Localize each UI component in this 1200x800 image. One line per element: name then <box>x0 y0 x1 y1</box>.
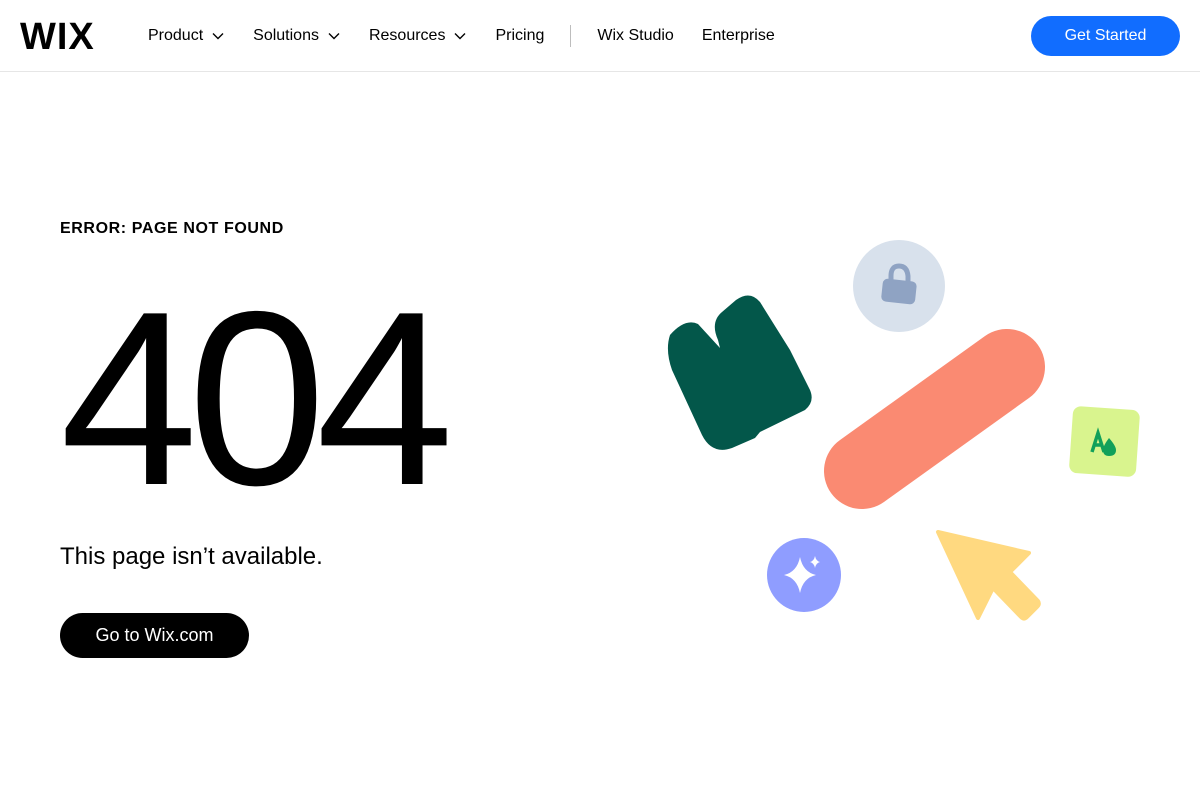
error-eyebrow: ERROR: PAGE NOT FOUND <box>60 220 284 237</box>
wix-logo[interactable]: WIX <box>20 19 96 51</box>
nav-product[interactable]: Product <box>148 27 225 45</box>
error-subtitle: This page isn’t available. <box>60 543 323 570</box>
get-started-button[interactable]: Get Started <box>1031 16 1180 56</box>
nav-wix-studio-label: Wix Studio <box>597 27 674 44</box>
get-started-label: Get Started <box>1064 27 1147 44</box>
lock-icon <box>853 240 945 332</box>
nav-divider <box>570 25 572 47</box>
nav-solutions[interactable]: Solutions <box>253 27 341 45</box>
abstract-green-shape-icon <box>667 295 812 450</box>
nav-enterprise[interactable]: Enterprise <box>702 27 775 45</box>
nav-resources[interactable]: Resources <box>369 27 467 45</box>
nav-solutions-label: Solutions <box>253 27 319 44</box>
cursor-arrow-icon <box>936 530 1041 621</box>
nav-pricing-label: Pricing <box>495 27 545 44</box>
chevron-down-icon <box>212 33 224 40</box>
error-illustration <box>667 240 1140 621</box>
go-to-wix-button[interactable]: Go to Wix.com <box>60 613 249 658</box>
main-nav: Product Solutions Resources Pricing Wix … <box>148 0 775 72</box>
coral-pill-shape <box>824 329 1045 509</box>
error-code: 404 <box>60 259 454 537</box>
nav-wix-studio[interactable]: Wix Studio <box>597 27 673 45</box>
sparkle-icon <box>767 538 841 612</box>
svg-text:WIX: WIX <box>20 19 95 51</box>
nav-pricing[interactable]: Pricing <box>495 27 544 45</box>
chevron-down-icon <box>328 33 340 40</box>
go-to-wix-label: Go to Wix.com <box>95 625 214 645</box>
font-drop-icon <box>1069 406 1140 477</box>
site-header: WIX Product Solutions Resources Pricing … <box>0 0 1200 72</box>
nav-product-label: Product <box>148 27 204 44</box>
nav-resources-label: Resources <box>368 27 446 44</box>
chevron-down-icon <box>454 33 466 40</box>
nav-enterprise-label: Enterprise <box>701 27 775 44</box>
